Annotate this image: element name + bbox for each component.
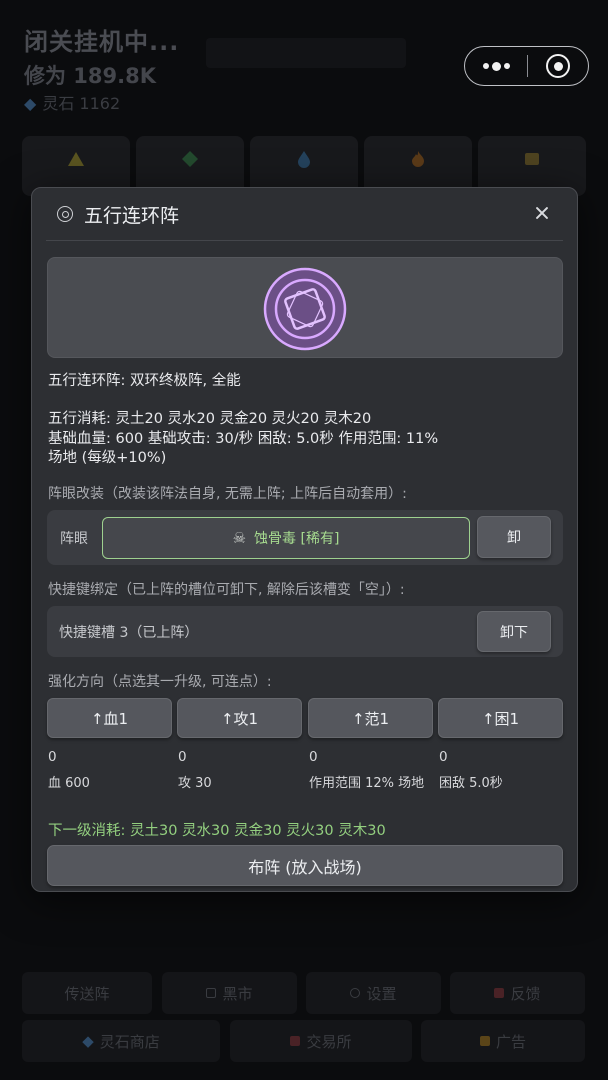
eye-unequip-label: 卸 [507,530,521,546]
upgrade-range-button[interactable]: ↑范1 [308,698,433,738]
trap-upgrade-level: 0 [439,749,448,765]
upgrade-hp-label: ↑血1 [90,709,129,728]
base-stats-line: 基础血量: 600 基础攻击: 30/秒 困敌: 5.0秒 作用范围: 11% [48,431,439,447]
deploy-label: 布阵 (放入战场) [248,857,362,877]
settings-button[interactable]: 设置 [306,972,441,1014]
black-market-label: 黑市 [222,984,253,1003]
spirit-stone-row: ◆ 灵石 1162 [24,90,120,114]
gem-icon: ◆ [82,1032,94,1050]
more-dot-icon [503,63,510,69]
title-bar-placeholder [206,38,406,68]
cultivation-value: 修为 189.8K [24,64,157,88]
range-stat-value: 作用范围 12% 场地 [309,776,425,791]
element-cost-line: 五行消耗: 灵土20 灵水20 灵金20 灵火20 灵木20 [48,411,372,427]
upgrade-range-label: ↑范1 [351,709,390,728]
modal-title: 五行连环阵 [84,205,180,227]
close-icon[interactable] [531,202,553,224]
eye-label: 阵眼 [60,531,88,547]
hotkey-section-label: 快捷键绑定（已上阵的槽位可卸下, 解除后该槽变「空」）: [48,582,405,598]
ad-button[interactable]: 广告 [421,1020,585,1062]
feedback-label: 反馈 [510,984,541,1003]
flame-icon [412,151,424,167]
target-icon [57,206,73,222]
formation-banner [47,257,563,358]
triangle-icon [68,152,84,166]
upgrade-atk-button[interactable]: ↑攻1 [177,698,302,738]
gem-icon: ◆ [24,94,37,113]
upgrade-atk-label: ↑攻1 [220,709,259,728]
black-market-button[interactable]: 黑市 [162,972,297,1014]
rune-circle-icon [263,267,347,351]
hotkey-panel: 快捷键槽 3（已上阵） 卸下 [47,606,563,657]
modal-header: 五行连环阵 [32,188,577,240]
spirit-stone-value: 灵石 1162 [42,94,121,113]
record-circle-icon [546,54,570,78]
more-dot-icon [491,61,501,71]
more-dot-icon [482,63,489,69]
diamond-icon [182,151,198,167]
hp-upgrade-level: 0 [48,749,57,765]
formation-eye-panel: 阵眼 ☠ 蚀骨毒 [稀有] 卸 [47,510,563,565]
header-divider [46,240,563,241]
formation-detail-modal: 五行连环阵 五行连环阵: 双环终极阵, 全能 五行消耗: 灵土20 灵水20 灵… [31,187,578,892]
range-upgrade-level: 0 [309,749,318,765]
deploy-formation-button[interactable]: 布阵 (放入战场) [47,845,563,886]
atk-stat-value: 攻 30 [178,776,212,791]
settings-label: 设置 [366,984,397,1003]
exchange-button[interactable]: 交易所 [230,1020,412,1062]
mini-program-capsule [464,46,589,86]
formation-summary: 五行连环阵: 双环终极阵, 全能 [48,373,241,389]
upgrade-hp-button[interactable]: ↑血1 [47,698,172,738]
hotkey-slot-label: 快捷键槽 3（已上阵） [59,625,199,641]
feedback-icon [494,988,505,998]
eye-unequip-button[interactable]: 卸 [477,516,551,558]
gift-icon [479,1036,490,1046]
teleport-label: 传送阵 [64,984,110,1003]
trap-stat-value: 困敌 5.0秒 [439,776,503,791]
spirit-shop-button[interactable]: ◆ 灵石商店 [22,1020,220,1062]
eye-slot-button[interactable]: ☠ 蚀骨毒 [稀有] [102,517,470,559]
field-scaling-line: 场地 (每级+10%) [48,450,167,466]
eye-section-label: 阵眼改装（改装该阵法自身, 无需上阵; 上阵后自动套用）: [48,486,407,502]
feedback-button[interactable]: 反馈 [450,972,585,1014]
next-level-cost: 下一级消耗: 灵土30 灵水30 灵金30 灵火30 灵木30 [48,823,386,839]
atk-upgrade-level: 0 [178,749,187,765]
hotkey-unequip-label: 卸下 [500,624,528,641]
gear-icon [350,988,361,998]
exchange-label: 交易所 [306,1032,352,1051]
droplet-icon [298,151,310,168]
upgrade-section-label: 强化方向（点选其一升级, 可连点）: [48,674,272,690]
hp-stat-value: 血 600 [48,776,90,791]
market-icon [206,988,217,998]
status-title: 闭关挂机中... [24,28,180,56]
teleport-array-button[interactable]: 传送阵 [22,972,152,1014]
eye-value: 蚀骨毒 [稀有] [254,531,340,547]
more-menu-button[interactable] [465,47,527,85]
hotkey-unequip-button[interactable]: 卸下 [477,611,551,652]
upgrade-trap-label: ↑困1 [481,709,520,728]
exchange-icon [290,1036,301,1046]
spirit-shop-label: 灵石商店 [99,1032,160,1051]
close-program-button[interactable] [528,54,588,78]
ad-label: 广告 [495,1032,526,1051]
upgrade-trap-button[interactable]: ↑困1 [438,698,563,738]
square-icon [525,153,539,165]
skull-icon: ☠ [232,529,247,547]
